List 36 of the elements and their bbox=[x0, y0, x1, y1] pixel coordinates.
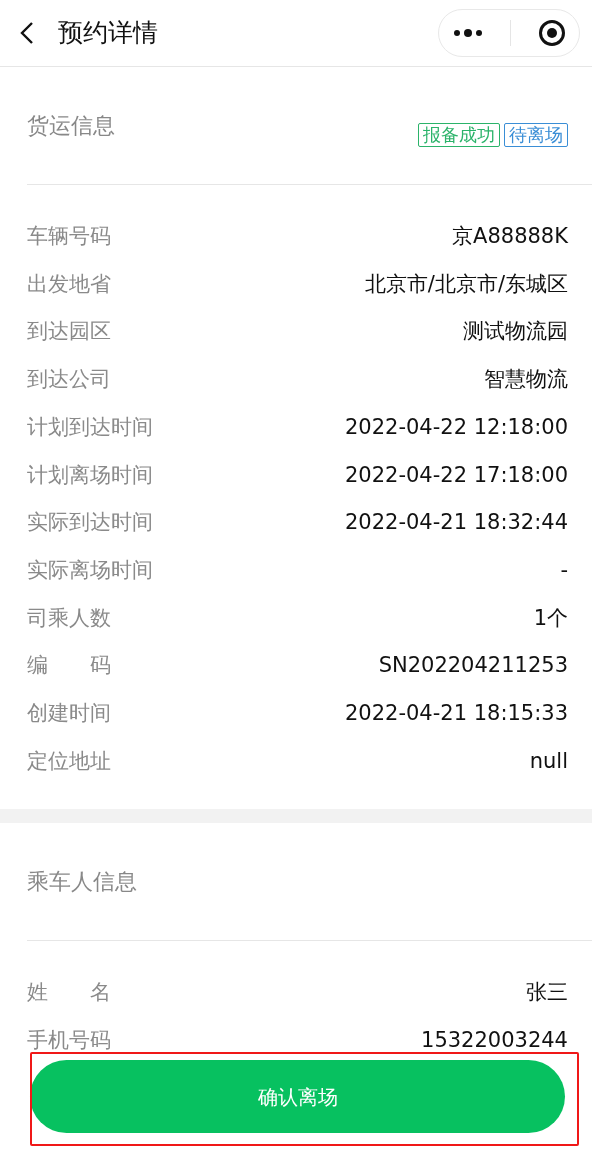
field-value: 北京市/北京市/东城区 bbox=[364, 270, 568, 298]
field-label: 计划到达时间 bbox=[27, 413, 153, 441]
field-label: 编 码 bbox=[27, 652, 111, 680]
field-value: 2022-04-22 17:18:00 bbox=[344, 461, 568, 489]
field-value: 2022-04-22 12:18:00 bbox=[344, 413, 568, 441]
field-value: 智慧物流 bbox=[484, 366, 568, 394]
field-value: 京A88888K bbox=[452, 223, 568, 251]
field-label: 姓 名 bbox=[27, 979, 111, 1007]
field-label: 出发地省 bbox=[27, 270, 111, 298]
section-title: 乘车人信息 bbox=[27, 868, 137, 897]
field-label: 实际离场时间 bbox=[27, 556, 153, 584]
field-label: 手机号码 bbox=[27, 1027, 111, 1055]
field-value: - bbox=[560, 556, 568, 584]
field-label: 司乘人数 bbox=[27, 604, 111, 632]
field-value: 测试物流园 bbox=[463, 318, 568, 346]
field-label: 定位地址 bbox=[27, 747, 111, 775]
field-value: 15322003244 bbox=[421, 1027, 568, 1055]
status-tag: 待离场 bbox=[504, 122, 568, 147]
field-value: SN202204211253 bbox=[378, 652, 568, 680]
field-label: 到达园区 bbox=[27, 318, 111, 346]
field-value: 2022-04-21 18:15:33 bbox=[344, 699, 568, 727]
field-label: 车辆号码 bbox=[27, 223, 111, 251]
field-label: 创建时间 bbox=[27, 699, 111, 727]
confirm-button[interactable]: 确认离场 bbox=[30, 1060, 565, 1133]
field-label: 计划离场时间 bbox=[27, 461, 153, 489]
field-label: 到达公司 bbox=[27, 366, 111, 394]
field-value: null bbox=[529, 747, 568, 775]
back-icon[interactable] bbox=[20, 21, 34, 45]
section-title: 货运信息 bbox=[27, 112, 115, 140]
field-value: 2022-04-21 18:32:44 bbox=[344, 509, 568, 537]
field-label: 实际到达时间 bbox=[27, 509, 153, 537]
field-value: 1个 bbox=[533, 604, 568, 632]
page-title: 预约详情 bbox=[58, 17, 158, 50]
field-value: 张三 bbox=[526, 979, 568, 1007]
status-tag: 报备成功 bbox=[418, 122, 500, 147]
more-icon[interactable] bbox=[452, 28, 483, 38]
